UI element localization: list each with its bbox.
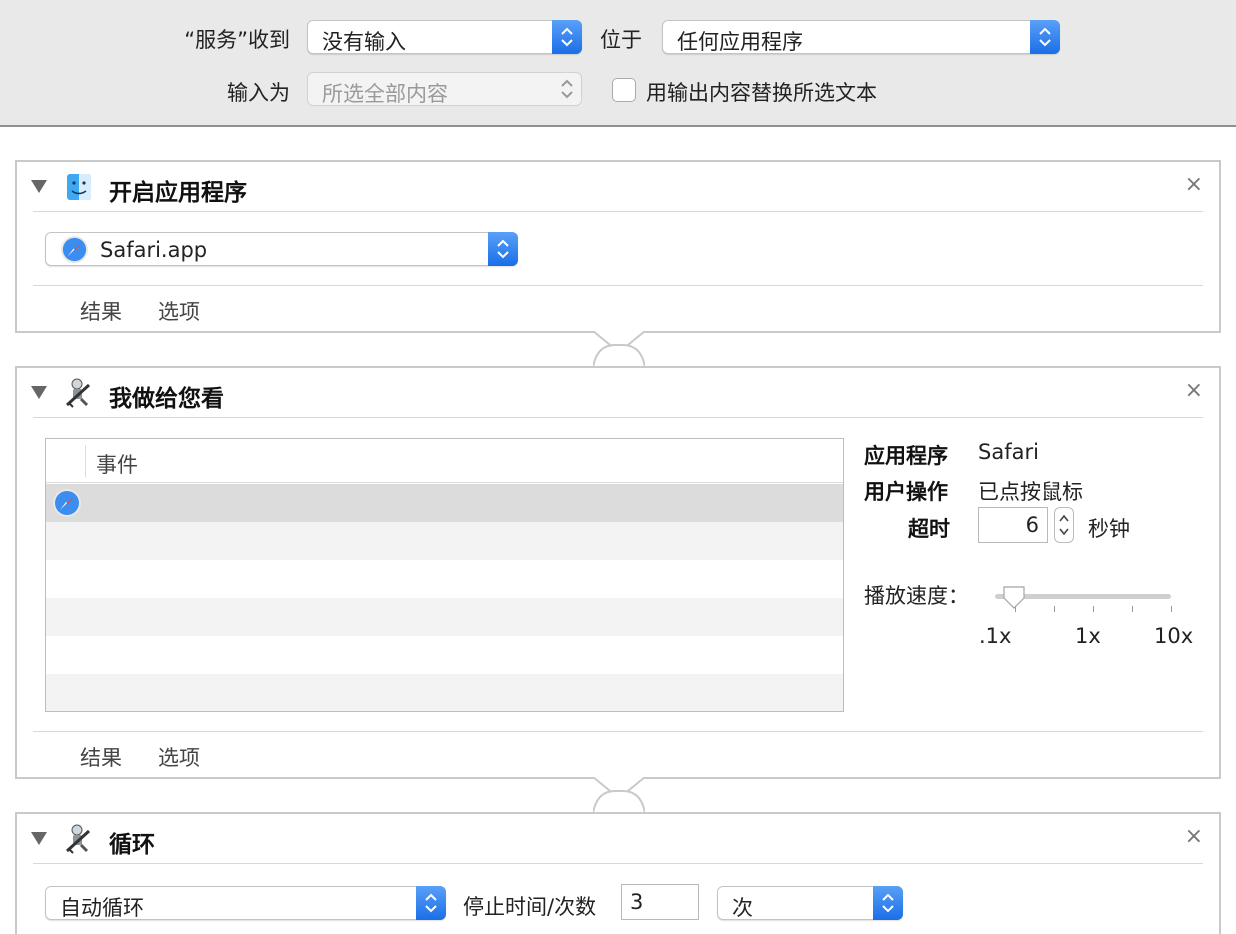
speed-tick-label-min: .1x bbox=[979, 624, 1012, 648]
events-table-header: 事件 bbox=[46, 439, 843, 483]
service-in-label: 位于 bbox=[600, 28, 642, 52]
speed-tick-label-max: 10x bbox=[1154, 624, 1194, 648]
table-row[interactable] bbox=[46, 484, 843, 522]
service-application-popup[interactable]: 任何应用程序 bbox=[662, 20, 1060, 54]
action-loop: 循环 × 自动循环 停止时间/次数 3 次 bbox=[15, 812, 1221, 934]
replace-selected-text-label: 用输出内容替换所选文本 bbox=[646, 81, 877, 105]
application-value: Safari bbox=[978, 440, 1039, 464]
timeout-unit: 秒钟 bbox=[1088, 517, 1130, 541]
stepper-arrows-icon bbox=[1059, 514, 1069, 536]
application-label: 应用程序 bbox=[864, 444, 948, 468]
close-icon[interactable]: × bbox=[1185, 824, 1203, 849]
slider-tick-mark bbox=[1171, 606, 1172, 612]
safari-icon bbox=[53, 489, 81, 517]
safari-icon bbox=[60, 235, 89, 264]
action-header: 循环 × bbox=[17, 814, 1219, 864]
close-icon[interactable]: × bbox=[1185, 378, 1203, 403]
loop-unit-value: 次 bbox=[732, 896, 753, 920]
divider bbox=[33, 285, 1203, 286]
action-watch-me-do: 我做给您看 × 事件 应用程序 Safari 用户操作 已点按鼠标 超时 6 秒… bbox=[15, 366, 1221, 779]
input-is-value: 所选全部内容 bbox=[322, 82, 448, 106]
service-input-value: 没有输入 bbox=[322, 30, 406, 54]
speed-tick-label-mid: 1x bbox=[1075, 624, 1101, 648]
disclosure-triangle-icon[interactable] bbox=[31, 832, 47, 845]
user-action-value: 已点按鼠标 bbox=[978, 480, 1083, 504]
automator-robot-icon bbox=[65, 378, 91, 408]
popup-chevron-icon bbox=[552, 72, 582, 106]
loop-mode-popup[interactable]: 自动循环 bbox=[45, 886, 446, 920]
action-title: 我做给您看 bbox=[109, 386, 224, 412]
results-tab[interactable]: 结果 bbox=[80, 296, 122, 326]
disclosure-triangle-icon[interactable] bbox=[31, 386, 47, 399]
application-popup[interactable]: Safari.app bbox=[45, 232, 518, 266]
loop-count-input[interactable]: 3 bbox=[621, 884, 699, 920]
close-icon[interactable]: × bbox=[1185, 172, 1203, 197]
playback-speed-label: 播放速度： bbox=[864, 584, 969, 608]
popup-chevron-icon bbox=[552, 20, 582, 54]
slider-tick-mark bbox=[1132, 606, 1133, 612]
action-header: 开启应用程序 × bbox=[17, 162, 1219, 212]
popup-chevron-icon bbox=[416, 886, 446, 920]
options-tab[interactable]: 选项 bbox=[158, 742, 200, 772]
popup-chevron-icon bbox=[1030, 20, 1060, 54]
loop-unit-popup[interactable]: 次 bbox=[717, 886, 903, 920]
service-receives-label: “服务”收到 bbox=[184, 28, 290, 52]
application-value: Safari.app bbox=[100, 238, 208, 262]
popup-chevron-icon bbox=[873, 886, 903, 920]
finder-icon bbox=[67, 174, 91, 200]
action-connector bbox=[593, 331, 645, 367]
events-column-header[interactable]: 事件 bbox=[96, 449, 138, 479]
action-title: 循环 bbox=[109, 832, 155, 858]
service-input-popup[interactable]: 没有输入 bbox=[307, 20, 582, 54]
user-action-label: 用户操作 bbox=[864, 480, 948, 504]
timeout-input[interactable]: 6 bbox=[978, 507, 1048, 543]
replace-selected-text-checkbox[interactable] bbox=[612, 78, 636, 102]
events-table[interactable]: 事件 bbox=[45, 438, 844, 712]
timeout-label: 超时 bbox=[908, 517, 950, 541]
table-row bbox=[46, 598, 843, 636]
service-application-value: 任何应用程序 bbox=[677, 30, 803, 54]
table-row bbox=[46, 560, 843, 598]
service-config-bar: “服务”收到 没有输入 位于 任何应用程序 输入为 所选全部内容 用输出内容替换… bbox=[0, 0, 1236, 127]
input-is-popup: 所选全部内容 bbox=[307, 72, 582, 106]
automator-robot-icon bbox=[65, 824, 91, 854]
slider-tick-mark bbox=[1093, 606, 1094, 612]
divider bbox=[33, 863, 1203, 864]
disclosure-triangle-icon[interactable] bbox=[31, 180, 47, 193]
action-connector bbox=[593, 777, 645, 813]
divider bbox=[33, 731, 1203, 732]
slider-tick-mark bbox=[1054, 606, 1055, 612]
timeout-stepper[interactable] bbox=[1054, 507, 1074, 543]
results-tab[interactable]: 结果 bbox=[80, 742, 122, 772]
table-row bbox=[46, 522, 843, 560]
divider bbox=[33, 417, 1203, 418]
table-row bbox=[46, 636, 843, 674]
divider bbox=[33, 211, 1203, 212]
action-launch-application: 开启应用程序 × Safari.app 结果 选项 bbox=[15, 160, 1221, 333]
stop-after-label: 停止时间/次数 bbox=[463, 895, 597, 919]
loop-mode-value: 自动循环 bbox=[60, 896, 144, 920]
action-header: 我做给您看 × bbox=[17, 368, 1219, 418]
popup-chevron-icon bbox=[488, 232, 518, 266]
table-row bbox=[46, 674, 843, 711]
action-title: 开启应用程序 bbox=[109, 180, 247, 206]
options-tab[interactable]: 选项 bbox=[158, 296, 200, 326]
column-divider bbox=[85, 445, 86, 477]
playback-speed-slider-knob[interactable] bbox=[1001, 584, 1027, 610]
input-is-label: 输入为 bbox=[227, 81, 290, 105]
